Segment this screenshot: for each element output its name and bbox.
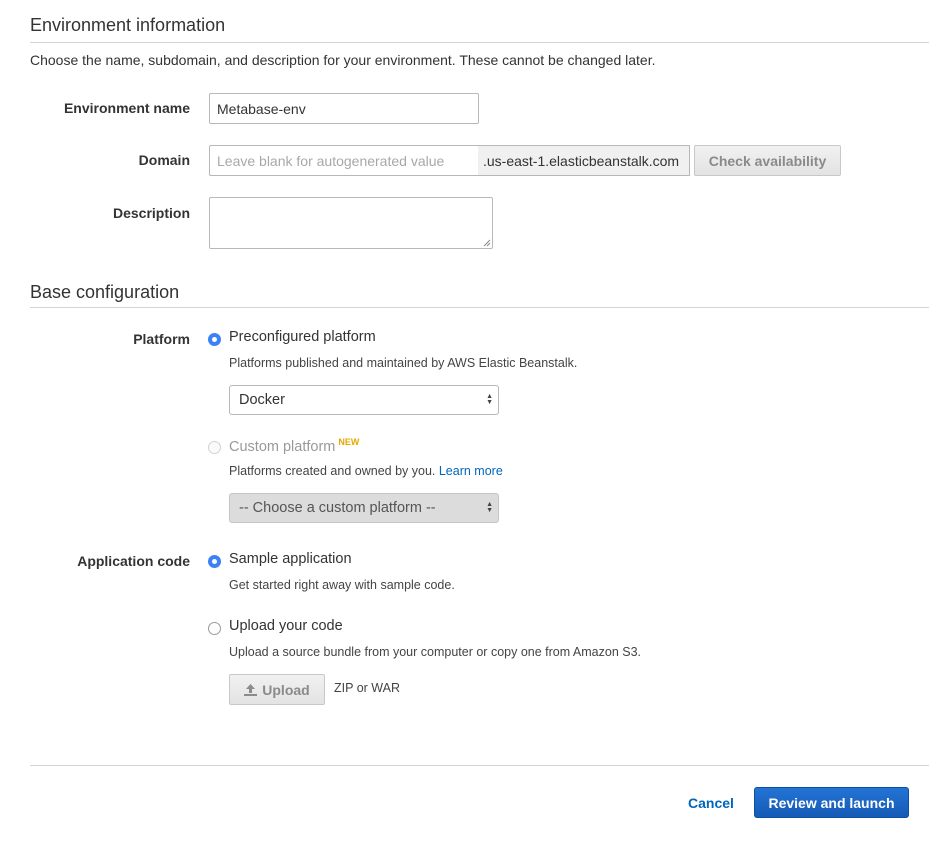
section-divider — [30, 42, 929, 43]
custom-platform-help: Platforms created and owned by you. Lear… — [229, 464, 503, 478]
learn-more-link[interactable]: Learn more — [439, 464, 503, 478]
select-arrows-icon: ▲ ▼ — [486, 501, 493, 514]
platform-select-value: Docker — [239, 392, 285, 408]
custom-platform-radio[interactable] — [208, 441, 221, 454]
sample-application-label[interactable]: Sample application — [229, 551, 352, 567]
sample-application-radio[interactable] — [208, 555, 221, 568]
preconfigured-platform-help: Platforms published and maintained by AW… — [229, 356, 578, 370]
domain-label: Domain — [138, 152, 190, 168]
custom-platform-label-text: Custom platform — [229, 438, 336, 455]
upload-icon — [244, 683, 258, 696]
upload-button-label: Upload — [262, 681, 310, 698]
base-configuration-heading: Base configuration — [30, 282, 180, 302]
new-badge: NEW — [338, 437, 360, 447]
environment-description-text: Choose the name, subdomain, and descript… — [30, 52, 656, 68]
custom-platform-select-value: -- Choose a custom platform -- — [239, 500, 436, 516]
domain-placeholder: Leave blank for autogenerated value — [217, 152, 445, 169]
check-availability-button[interactable]: Check availability — [694, 145, 841, 176]
upload-code-help: Upload a source bundle from your compute… — [229, 645, 642, 659]
preconfigured-platform-radio[interactable] — [208, 333, 221, 346]
description-label: Description — [112, 205, 190, 221]
domain-input[interactable]: Leave blank for autogenerated value — [209, 145, 479, 176]
custom-platform-help-text: Platforms created and owned by you. — [229, 464, 436, 478]
upload-code-label[interactable]: Upload your code — [229, 618, 343, 634]
domain-suffix: .us-east-1.elasticbeanstalk.com — [478, 145, 690, 176]
upload-code-radio[interactable] — [208, 622, 221, 635]
environment-name-input[interactable]: Metabase-env — [209, 93, 479, 124]
custom-platform-label[interactable]: Custom platform NEW — [229, 437, 359, 455]
resize-grip-icon[interactable] — [483, 239, 491, 247]
sample-application-help: Get started right away with sample code. — [229, 578, 455, 592]
environment-name-label: Environment name — [63, 100, 190, 116]
section-divider — [30, 307, 929, 308]
upload-button[interactable]: Upload — [229, 674, 325, 705]
preconfigured-platform-label[interactable]: Preconfigured platform — [229, 329, 376, 345]
platform-label: Platform — [133, 331, 190, 347]
environment-name-value: Metabase-env — [217, 100, 306, 117]
upload-file-type-hint: ZIP or WAR — [334, 681, 400, 695]
select-arrows-icon: ▲ ▼ — [486, 393, 493, 406]
custom-platform-select[interactable]: -- Choose a custom platform -- ▲ ▼ — [229, 493, 499, 523]
platform-select[interactable]: Docker ▲ ▼ — [229, 385, 499, 415]
cancel-button[interactable]: Cancel — [688, 795, 734, 811]
footer-divider — [30, 765, 929, 766]
description-textarea[interactable] — [209, 197, 493, 249]
review-and-launch-button[interactable]: Review and launch — [754, 787, 909, 818]
environment-information-heading: Environment information — [30, 15, 226, 35]
application-code-label: Application code — [77, 553, 190, 569]
